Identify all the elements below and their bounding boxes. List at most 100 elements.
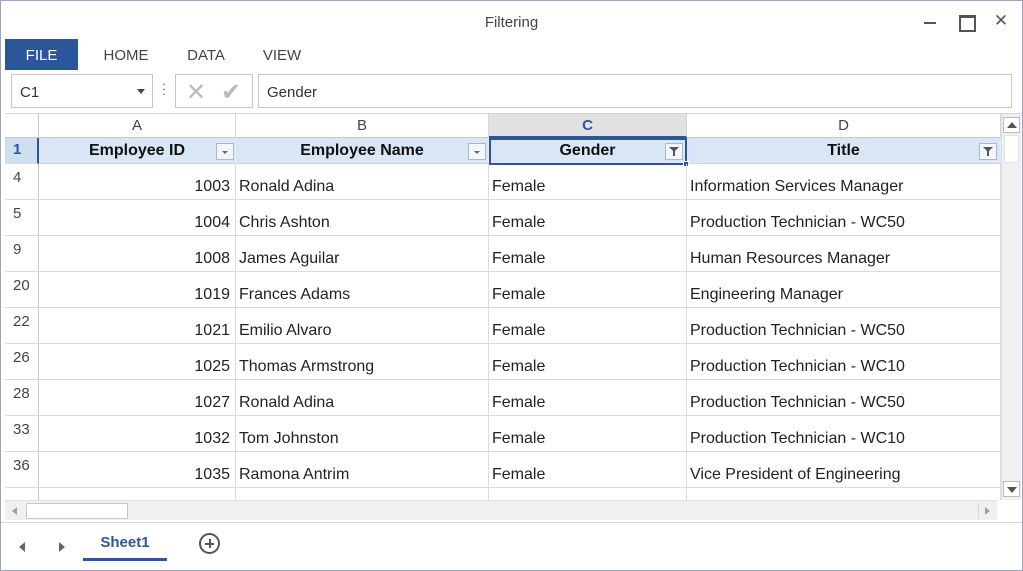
table-cell[interactable]: 1027 (39, 380, 236, 416)
row-header[interactable]: 1 (5, 138, 39, 164)
header-cell-label: Employee ID (88, 142, 186, 159)
table-cell-partial[interactable] (687, 488, 1001, 500)
row-header[interactable]: 26 (5, 344, 39, 380)
spreadsheet-window: Filtering ✕ FILE HOME DATA VIEW C1 · · · ✕… (0, 0, 1023, 571)
formula-bar: C1 · · · ✕ ✔ Gender (1, 71, 1022, 113)
table-cell[interactable]: Female (489, 200, 687, 236)
table-cell-partial[interactable] (489, 488, 687, 500)
row-header[interactable]: 28 (5, 380, 39, 416)
formula-input[interactable]: Gender (258, 74, 1012, 108)
table-cell[interactable]: Female (489, 416, 687, 452)
table-cell[interactable]: Information Services Manager (687, 164, 1001, 200)
active-cell-selection (489, 138, 687, 165)
filter-dropdown-icon[interactable] (468, 143, 486, 160)
scroll-down-icon[interactable] (1003, 481, 1020, 497)
header-cell-employee-name[interactable]: Employee Name (236, 138, 489, 164)
table-cell[interactable]: Female (489, 236, 687, 272)
table-cell[interactable]: Female (489, 308, 687, 344)
column-header-d[interactable]: D (687, 114, 1001, 138)
filter-active-icon[interactable] (979, 143, 997, 160)
checkmark-icon[interactable]: ✔ (216, 78, 246, 106)
table-cell-partial[interactable] (236, 488, 489, 500)
scroll-left-icon[interactable] (8, 503, 24, 519)
row-header[interactable]: 9 (5, 236, 39, 272)
close-icon[interactable]: ✕ (993, 13, 1009, 30)
tab-file[interactable]: FILE (5, 39, 78, 70)
table-cell[interactable]: Tom Johnston (236, 416, 489, 452)
tab-home[interactable]: HOME (97, 39, 155, 70)
row-header[interactable]: 33 (5, 416, 39, 452)
maximize-icon[interactable] (958, 13, 976, 32)
sheet-tab-sheet1[interactable]: Sheet1 (83, 523, 167, 561)
ribbon-tabs: FILE HOME DATA VIEW (1, 39, 1022, 71)
table-cell[interactable]: 1025 (39, 344, 236, 380)
table-cell[interactable]: Vice President of Engineering (687, 452, 1001, 488)
window-title: Filtering (484, 14, 539, 31)
table-cell[interactable]: Production Technician - WC50 (687, 200, 1001, 236)
row-header[interactable]: 4 (5, 164, 39, 200)
table-cell[interactable]: Frances Adams (236, 272, 489, 308)
table-cell[interactable]: Thomas Armstrong (236, 344, 489, 380)
formula-actions: ✕ ✔ (175, 74, 253, 108)
row-header[interactable]: 22 (5, 308, 39, 344)
tab-data[interactable]: DATA (181, 39, 231, 70)
table-cell[interactable]: Production Technician - WC50 (687, 380, 1001, 416)
name-box[interactable]: C1 (11, 74, 153, 108)
header-cell-label: Title (827, 142, 860, 159)
header-cell-title[interactable]: Title (687, 138, 1001, 164)
cancel-icon[interactable]: ✕ (182, 78, 210, 106)
header-cell-label: Employee Name (300, 142, 424, 159)
table-cell[interactable]: James Aguilar (236, 236, 489, 272)
table-cell-partial[interactable] (39, 488, 236, 500)
table-cell[interactable]: Ronald Adina (236, 380, 489, 416)
table-cell[interactable]: Female (489, 344, 687, 380)
name-box-value: C1 (20, 84, 40, 101)
title-bar: Filtering ✕ (1, 1, 1022, 39)
vertical-scrollbar[interactable] (1001, 114, 1021, 500)
next-sheet-icon[interactable] (55, 540, 67, 554)
column-header-c[interactable]: C (489, 114, 687, 138)
table-cell[interactable]: Emilio Alvaro (236, 308, 489, 344)
table-cell[interactable]: 1021 (39, 308, 236, 344)
table-cell[interactable]: Chris Ashton (236, 200, 489, 236)
filter-dropdown-icon[interactable] (216, 143, 234, 160)
tab-view[interactable]: VIEW (257, 39, 307, 70)
table-cell[interactable]: 1004 (39, 200, 236, 236)
minimize-icon[interactable] (922, 13, 938, 29)
table-cell[interactable]: 1035 (39, 452, 236, 488)
table-cell[interactable]: 1019 (39, 272, 236, 308)
header-cell-employee-id[interactable]: Employee ID (39, 138, 236, 164)
scroll-right-icon[interactable] (978, 503, 994, 519)
table-cell[interactable]: Ronald Adina (236, 164, 489, 200)
table-cell[interactable]: Engineering Manager (687, 272, 1001, 308)
select-all-corner[interactable] (5, 114, 39, 138)
row-header[interactable]: 20 (5, 272, 39, 308)
table-cell[interactable]: Production Technician - WC50 (687, 308, 1001, 344)
add-sheet-icon[interactable] (199, 533, 220, 554)
table-cell[interactable]: Ramona Antrim (236, 452, 489, 488)
table-cell[interactable]: Human Resources Manager (687, 236, 1001, 272)
table-cell[interactable]: Female (489, 452, 687, 488)
more-options-icon[interactable]: · · · (159, 77, 169, 100)
table-cell[interactable]: Production Technician - WC10 (687, 344, 1001, 380)
sheet-tab-bar: Sheet1 (1, 522, 1022, 570)
table-cell[interactable]: Female (489, 272, 687, 308)
table-cell[interactable]: 1003 (39, 164, 236, 200)
row-header[interactable]: 5 (5, 200, 39, 236)
table-cell[interactable]: 1032 (39, 416, 236, 452)
column-header-b[interactable]: B (236, 114, 489, 138)
table-cell[interactable]: Female (489, 164, 687, 200)
scrollbar-thumb[interactable] (1004, 135, 1019, 163)
table-cell[interactable]: Female (489, 380, 687, 416)
spreadsheet-grid: A B C D 1 Employee ID Employee Name Gend… (5, 113, 1021, 521)
row-header[interactable]: 36 (5, 452, 39, 488)
table-cell[interactable]: 1008 (39, 236, 236, 272)
column-header-a[interactable]: A (39, 114, 236, 138)
chevron-down-icon[interactable] (130, 75, 152, 107)
scroll-up-icon[interactable] (1003, 117, 1020, 133)
previous-sheet-icon[interactable] (16, 540, 28, 554)
row-header-partial[interactable] (5, 488, 39, 500)
table-cell[interactable]: Production Technician - WC10 (687, 416, 1001, 452)
horizontal-scrollbar[interactable] (5, 500, 997, 520)
scrollbar-thumb[interactable] (26, 503, 128, 519)
